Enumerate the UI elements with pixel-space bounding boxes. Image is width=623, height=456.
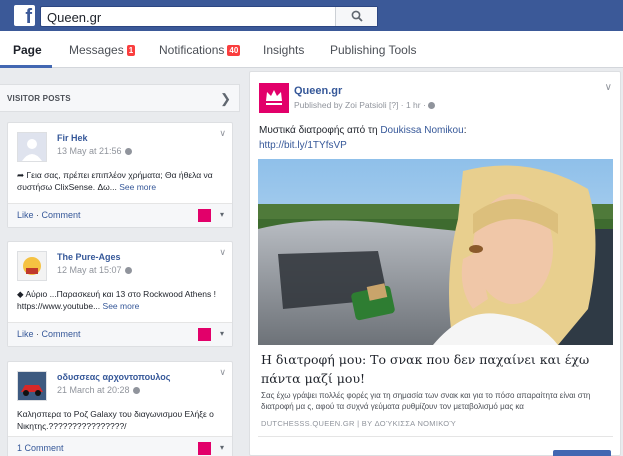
see-more-link[interactable]: See more [119, 182, 156, 192]
search-input-value[interactable]: Queen.gr [47, 10, 101, 25]
chevron-down-icon[interactable]: ▾ [220, 443, 224, 452]
globe-icon [124, 267, 132, 274]
visitor-posts-header[interactable]: VISITOR POSTS ❯ [0, 84, 240, 112]
page-post-card: Queen.gr Published by Zoi Patsioli [?] ·… [249, 71, 621, 456]
post-options-chevron-icon[interactable]: ∨ [605, 82, 612, 93]
tab-insights[interactable]: Insights [263, 43, 304, 57]
visitor-name[interactable]: Fir Hek [57, 133, 88, 143]
active-tab-indicator [0, 65, 52, 68]
post-text-suffix: : [463, 125, 467, 136]
avatar[interactable] [17, 371, 47, 401]
car-photo-icon [18, 372, 46, 400]
tab-messages[interactable]: Messages 1 [69, 43, 136, 57]
page-avatar-icon[interactable] [198, 442, 211, 455]
globe-icon [428, 102, 436, 109]
globe-icon [124, 148, 132, 155]
visitor-post-card: οδυσσεας αρχοντοπουλος 21 March at 20:28… [7, 361, 233, 456]
tab-notifications[interactable]: Notifications 40 [159, 43, 241, 57]
page-name[interactable]: Queen.gr [294, 85, 342, 97]
like-link[interactable]: Like [17, 210, 34, 220]
link-description: Σας έχω γράψει πολλές φορές για τη σημασ… [261, 391, 591, 411]
timestamp-text: 21 March at 20:28 [57, 385, 130, 395]
crown-icon [266, 90, 282, 105]
tab-messages-label: Messages [69, 43, 124, 57]
post-url-link[interactable]: http://bit.ly/1TYfsVP [259, 140, 347, 151]
visitor-name[interactable]: The Pure-Ages [57, 252, 121, 262]
page-avatar-icon[interactable] [198, 209, 211, 222]
search-button[interactable] [335, 7, 377, 26]
search-input[interactable]: Queen.gr [40, 6, 378, 27]
visitor-post-text: ➦ Γεια σας, πρέπει επιπλέον χρήματα; Θα … [17, 169, 227, 193]
visitor-name[interactable]: οδυσσεας αρχοντοπουλος [57, 372, 170, 382]
divider [258, 436, 613, 437]
chevron-down-icon[interactable]: ▾ [220, 210, 224, 219]
notifications-badge: 40 [227, 45, 241, 56]
link-preview-image[interactable] [258, 159, 613, 345]
messages-badge: 1 [126, 45, 136, 56]
chevron-right-icon[interactable]: ❯ [220, 91, 231, 107]
post-actions-bar: Like · Comment ▾ [8, 203, 232, 227]
globe-icon [132, 387, 140, 394]
chevron-down-icon[interactable]: ▾ [220, 329, 224, 338]
page-tab-bar: Page Messages 1 Notifications 40 Insights … [0, 31, 623, 68]
post-meta-text: Published by Zoi Patsioli [?] · 1 hr · [294, 100, 426, 110]
post-body: Καλησπερα το Poζ Galaxy του διαγωνισμου … [17, 409, 214, 431]
post-options-chevron-icon[interactable]: ∨ [219, 367, 226, 378]
post-actions-bar: Like · Comment ▾ [8, 322, 232, 346]
post-actions: 1 Comment [17, 443, 64, 453]
post-body: Γεια σας, πρέπει επιπλέον χρήματα; Θα ήθ… [17, 170, 213, 192]
pure-ages-logo-icon [23, 257, 41, 275]
visitor-posts-title: VISITOR POSTS [7, 94, 71, 103]
boost-post-button[interactable] [553, 450, 611, 456]
post-text-prefix: Μυστικά διατροφής από τη [259, 125, 381, 136]
queen-logo-icon[interactable] [259, 83, 289, 113]
search-icon [351, 10, 363, 22]
post-actions-bar: 1 Comment ▾ [8, 436, 232, 456]
woman-eating-snack-image [258, 159, 613, 345]
link-title[interactable]: Η διατροφή μου: Το σνακ που δεν παχαίνει… [261, 350, 606, 388]
post-options-chevron-icon[interactable]: ∨ [219, 247, 226, 258]
post-actions: Like · Comment [17, 329, 81, 339]
timestamp-text: 12 May at 15:07 [57, 265, 122, 275]
avatar[interactable] [17, 132, 47, 162]
timestamp-text: 13 May at 21:56 [57, 146, 122, 156]
tab-publishing-tools[interactable]: Publishing Tools [330, 43, 417, 57]
avatar[interactable] [17, 251, 47, 281]
visitor-post-card: Fir Hek 13 May at 21:56 ∨ ➦ Γεια σας, πρ… [7, 122, 233, 228]
default-avatar-icon [22, 139, 42, 161]
comment-link[interactable]: Comment [42, 210, 81, 220]
post-timestamp[interactable]: 12 May at 15:07 [57, 265, 132, 275]
visitor-post-card: The Pure-Ages 12 May at 15:07 ∨ ◆ Αύριο … [7, 241, 233, 347]
page-avatar-icon[interactable] [198, 328, 211, 341]
post-timestamp[interactable]: 13 May at 21:56 [57, 146, 132, 156]
mention-link[interactable]: Doukissa Nomikou [380, 125, 463, 136]
post-actions: Like · Comment [17, 210, 81, 220]
top-bar: f Queen.gr [0, 0, 623, 31]
visitor-post-text: ◆ Αύριο ...Παρασκευή και 13 στο Rockwood… [17, 288, 227, 312]
tab-notifications-label: Notifications [159, 43, 225, 57]
post-meta: Published by Zoi Patsioli [?] · 1 hr · [294, 100, 436, 110]
comment-link[interactable]: Comment [42, 329, 81, 339]
post-text: Μυστικά διατροφής από τη Doukissa Nomiko… [259, 123, 614, 153]
like-link[interactable]: Like [17, 329, 34, 339]
see-more-link[interactable]: See more [103, 301, 140, 311]
tab-page[interactable]: Page [13, 43, 42, 57]
comment-count-link[interactable]: 1 Comment [17, 443, 64, 453]
facebook-logo-icon[interactable]: f [14, 5, 35, 27]
post-timestamp[interactable]: 21 March at 20:28 [57, 385, 140, 395]
post-options-chevron-icon[interactable]: ∨ [219, 128, 226, 139]
link-domain: DUTCHESSS.QUEEN.GR | BY ΔΟΎΚΙΣΣΑ ΝΟΜΙΚΟΎ [261, 419, 457, 428]
